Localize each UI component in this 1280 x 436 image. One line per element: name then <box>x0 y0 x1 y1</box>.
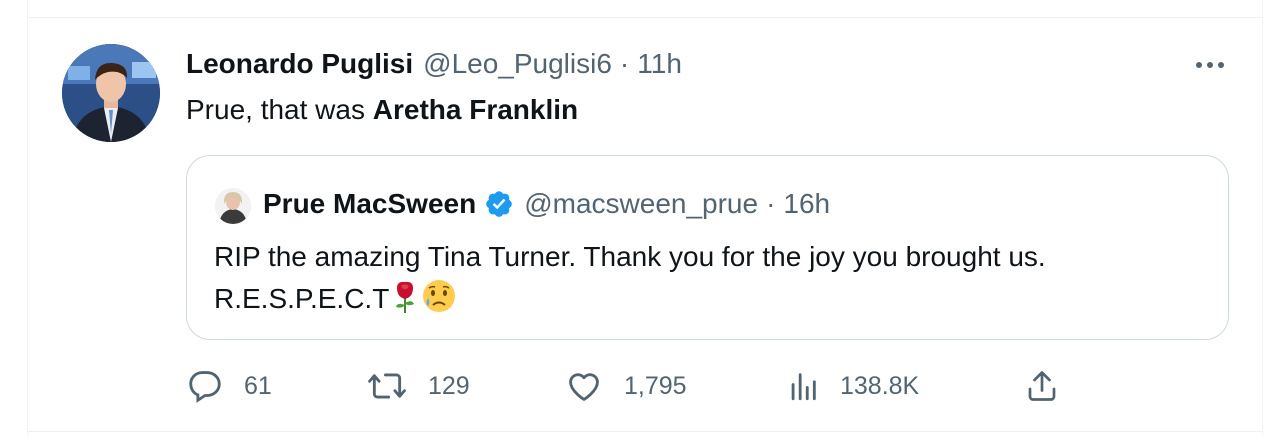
tweet-divider-bottom <box>27 431 1263 432</box>
tweet-action-bar: 61 129 1,795 138.8K <box>186 366 1066 406</box>
like-icon <box>569 373 599 401</box>
retweet-button[interactable]: 129 <box>366 366 470 406</box>
share-button[interactable] <box>1024 366 1060 406</box>
tweet-divider-top <box>27 17 1263 18</box>
reply-icon <box>189 371 221 403</box>
quoted-text-respect: R.E.S.P.E.C.T <box>214 283 390 314</box>
author-name[interactable]: Leonardo Puglisi <box>186 48 413 80</box>
more-options-button[interactable] <box>1190 50 1230 80</box>
tweet-text-bold: Aretha Franklin <box>372 94 579 125</box>
tweet-timestamp[interactable]: 11h <box>637 48 682 80</box>
crying-face-emoji <box>421 278 457 326</box>
retweet-icon <box>368 373 406 399</box>
quoted-author-name[interactable]: Prue MacSween <box>263 188 476 220</box>
rose-emoji <box>393 280 417 326</box>
tweet-text-plain: Prue, that was <box>186 94 373 125</box>
header-separator: · <box>619 48 630 79</box>
tweet-page: Leonardo Puglisi @Leo_Puglisi6 · 11h Pru… <box>0 0 1280 436</box>
quoted-header-separator: · <box>766 188 776 219</box>
reply-count: 61 <box>244 371 272 400</box>
verified-badge-icon <box>484 189 514 219</box>
timeline-border-right <box>1262 0 1263 436</box>
quoted-text-line-2: R.E.S.P.E.C.T <box>214 278 1204 326</box>
retweet-count: 129 <box>428 371 470 400</box>
ellipsis-icon <box>1196 62 1224 68</box>
author-handle[interactable]: @Leo_Puglisi6 <box>423 48 612 80</box>
tweet-text: Prue, that was Aretha Franklin <box>186 92 578 128</box>
quoted-author-handle[interactable]: @macsween_prue <box>524 188 758 220</box>
quoted-tweet-header: Prue MacSween @macsween_prue · 16h <box>263 186 830 222</box>
share-icon <box>1028 371 1056 401</box>
like-count: 1,795 <box>624 371 687 400</box>
views-count: 138.8K <box>840 371 920 400</box>
quoted-tweet-timestamp[interactable]: 16h <box>783 188 830 220</box>
like-button[interactable]: 1,795 <box>564 366 687 406</box>
views-icon <box>791 373 816 401</box>
avatar-photo <box>62 44 160 142</box>
quoted-text-line-1: RIP the amazing Tina Turner. Thank you f… <box>214 241 1046 272</box>
quoted-author-avatar[interactable] <box>215 188 251 224</box>
author-avatar[interactable] <box>62 44 160 142</box>
reply-button[interactable]: 61 <box>186 366 272 406</box>
quoted-tweet-card[interactable]: Prue MacSween @macsween_prue · 16h RIP t… <box>186 155 1229 340</box>
tweet-header: Leonardo Puglisi @Leo_Puglisi6 · 11h <box>186 46 682 82</box>
quoted-tweet-text: RIP the amazing Tina Turner. Thank you f… <box>214 236 1204 326</box>
views-button[interactable]: 138.8K <box>786 366 919 406</box>
quoted-avatar-photo <box>215 188 251 224</box>
timeline-border-left <box>27 0 28 436</box>
